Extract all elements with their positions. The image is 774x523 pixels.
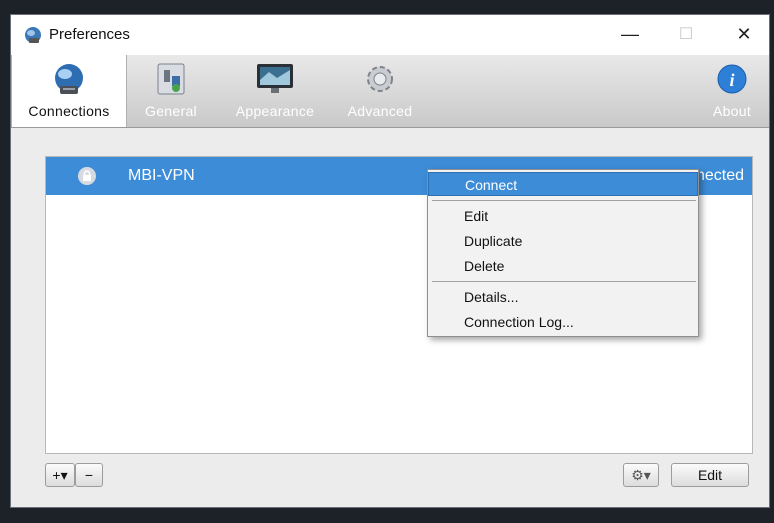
tab-advanced-label: Advanced [347,103,413,119]
menu-item-duplicate[interactable]: Duplicate [428,229,698,253]
about-label: About [712,103,752,119]
add-connection-button[interactable]: +▾ [45,463,75,487]
connection-name: MBI-VPN [128,167,195,184]
phone-switch-icon [151,61,191,97]
menu-item-delete[interactable]: Delete [428,254,698,278]
menu-item-edit[interactable]: Edit [428,204,698,228]
close-button[interactable]: ✕ [721,15,767,53]
about-button[interactable]: i About [699,55,765,127]
gear-icon [360,61,400,97]
monitor-icon [255,61,295,97]
globe-connection-icon [49,61,89,97]
menu-item-connect[interactable]: Connect [428,172,698,196]
tab-appearance[interactable]: Appearance [225,55,325,127]
connection-status: Connected [700,167,744,184]
tab-general-label: General [145,103,197,119]
menu-separator [432,281,696,282]
menu-separator [432,200,696,201]
svg-text:i: i [729,70,734,90]
title-bar: Preferences — ☐ ✕ [11,15,769,55]
maximize-button[interactable]: ☐ [663,15,709,53]
app-icon [25,27,41,43]
menu-item-details[interactable]: Details... [428,285,698,309]
tab-connections-label: Connections [28,103,110,119]
preferences-window: Preferences — ☐ ✕ Connections General Ap… [10,14,770,508]
tab-advanced[interactable]: Advanced [337,55,423,127]
context-menu: Connect Edit Duplicate Delete Details...… [427,169,699,337]
minimize-button[interactable]: — [607,15,653,53]
window-title: Preferences [49,26,130,43]
tab-appearance-label: Appearance [235,103,315,119]
settings-menu-button[interactable]: ⚙▾ [623,463,659,487]
info-icon: i [712,61,752,97]
edit-button[interactable]: Edit [671,463,749,487]
remove-connection-button[interactable]: − [75,463,103,487]
tab-connections[interactable]: Connections [11,55,127,127]
menu-item-connection-log[interactable]: Connection Log... [428,310,698,334]
preferences-toolbar: Connections General Appearance Advanced … [11,55,769,128]
lock-icon [78,167,96,185]
tab-general[interactable]: General [133,55,209,127]
